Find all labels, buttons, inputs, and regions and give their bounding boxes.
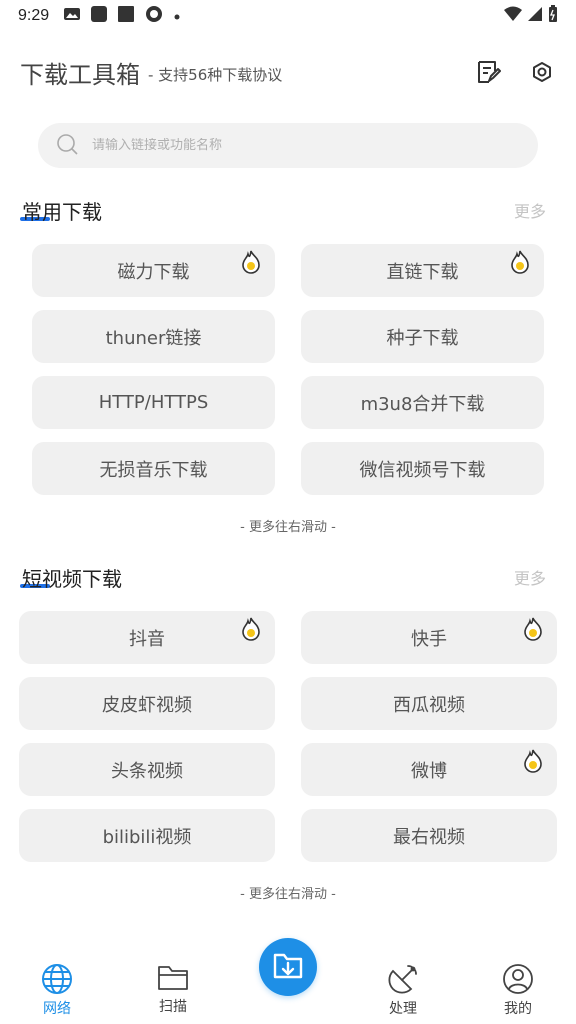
nav-label: 我的 (504, 1001, 532, 1017)
more-link[interactable]: 更多 (514, 565, 546, 589)
hot-flame-icon (508, 249, 532, 275)
tile-http-https[interactable]: HTTP/HTTPS (32, 376, 275, 429)
wifi-icon (504, 6, 522, 26)
section-header-short-video: 短视频下载 更多 (20, 562, 546, 592)
hot-flame-icon (239, 616, 263, 642)
nav-tab-scan[interactable]: 扫描 (133, 960, 213, 1016)
tile-label: 抖音 (129, 628, 165, 650)
header-actions (474, 58, 556, 86)
nav-label: 网络 (43, 1001, 71, 1017)
tile-m3u8-merge[interactable]: m3u8合并下载 (301, 376, 544, 429)
tile-label: HTTP/HTTPS (98, 392, 209, 413)
tile-label: 头条视频 (111, 760, 183, 782)
tile-label: 微信视频号下载 (359, 459, 486, 481)
section-title: 常用下载 (22, 199, 102, 224)
tile-torrent-download[interactable]: 种子下载 (301, 310, 544, 363)
folder-icon (156, 960, 190, 994)
search-icon (56, 133, 78, 159)
hot-flame-icon (521, 748, 545, 774)
settings-gear-icon[interactable] (528, 58, 556, 86)
satellite-icon (386, 962, 420, 996)
app-notification-icon-2 (117, 5, 135, 27)
search-input[interactable] (92, 138, 492, 153)
nav-label: 扫描 (159, 999, 187, 1015)
globe-icon (40, 962, 74, 996)
tile-label: m3u8合并下载 (360, 393, 485, 415)
status-bar: 9:29 (0, 0, 576, 32)
tile-toutiao[interactable]: 头条视频 (19, 743, 275, 796)
tile-label: 西瓜视频 (393, 694, 465, 716)
tile-bilibili[interactable]: bilibili视频 (19, 809, 275, 862)
section-title: 短视频下载 (22, 566, 122, 591)
tile-zuiyou[interactable]: 最右视频 (301, 809, 557, 862)
scroll-hint: - 更多往右滑动 - (240, 887, 336, 902)
notes-icon[interactable] (474, 58, 502, 86)
tile-wechat-channels[interactable]: 微信视频号下载 (301, 442, 544, 495)
tile-lossless-music[interactable]: 无损音乐下载 (32, 442, 275, 495)
page-subtitle: - 支持56种下载协议 (148, 65, 283, 84)
tile-label: 种子下载 (386, 327, 459, 349)
chat-notification-icon (144, 5, 164, 27)
tile-douyin[interactable]: 抖音 (19, 611, 275, 664)
tile-pipixia[interactable]: 皮皮虾视频 (19, 677, 275, 730)
more-notifications-dot-icon (173, 7, 181, 25)
tile-label: bilibili视频 (102, 826, 192, 848)
nav-tab-process[interactable]: 处理 (363, 962, 443, 1018)
scroll-hint: - 更多往右滑动 - (240, 520, 336, 535)
tile-label: 皮皮虾视频 (102, 694, 192, 716)
tile-xigua[interactable]: 西瓜视频 (301, 677, 557, 730)
tile-thunder-link[interactable]: thuner链接 (32, 310, 275, 363)
tile-label: 直链下载 (386, 261, 459, 283)
page-title: 下载工具箱 (20, 60, 140, 89)
download-folder-icon (272, 950, 304, 984)
user-icon (501, 962, 535, 996)
battery-icon (548, 5, 558, 27)
search-bar[interactable] (38, 123, 538, 168)
tile-label: 快手 (411, 628, 447, 650)
signal-icon (528, 6, 542, 26)
hot-flame-icon (239, 249, 263, 275)
status-time: 9:29 (18, 7, 50, 24)
app-notification-icon (90, 5, 108, 27)
nav-tab-me[interactable]: 我的 (478, 962, 558, 1018)
center-download-button[interactable] (259, 938, 317, 996)
tile-label: 微博 (411, 760, 447, 782)
hot-flame-icon (521, 616, 545, 642)
bottom-navigation: 网络 扫描 处理 我的 (0, 934, 576, 1024)
nav-tab-network[interactable]: 网络 (17, 962, 97, 1018)
tile-direct-link-download[interactable]: 直链下载 (301, 244, 544, 297)
tile-label: 磁力下载 (117, 261, 190, 283)
nav-label: 处理 (389, 1001, 417, 1017)
tile-magnet-download[interactable]: 磁力下载 (32, 244, 275, 297)
more-link[interactable]: 更多 (514, 198, 546, 222)
app-header: 下载工具箱 - 支持56种下载协议 (20, 50, 556, 94)
tile-label: 无损音乐下载 (99, 459, 208, 481)
tile-label: 最右视频 (393, 826, 465, 848)
tile-weibo[interactable]: 微博 (301, 743, 557, 796)
section-header-common: 常用下载 更多 (20, 195, 546, 225)
image-notification-icon (63, 6, 81, 26)
tile-kuaishou[interactable]: 快手 (301, 611, 557, 664)
tile-label: thuner链接 (105, 327, 202, 349)
